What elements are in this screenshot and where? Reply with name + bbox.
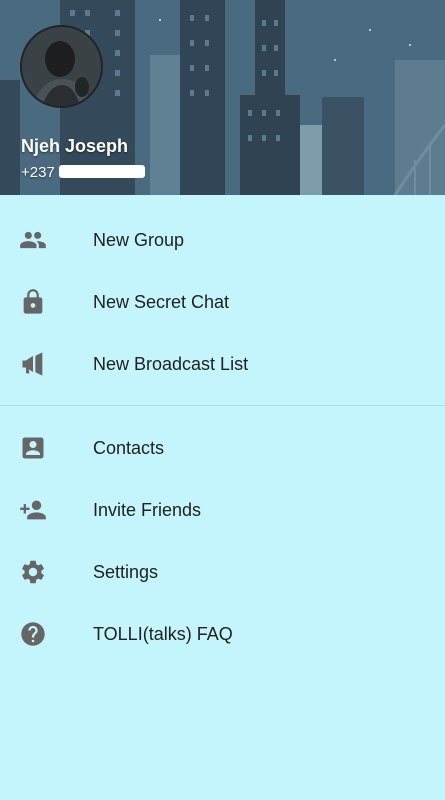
menu-item-faq[interactable]: TOLLI(talks) FAQ [0, 603, 445, 665]
menu-item-invite-friends[interactable]: Invite Friends [0, 479, 445, 541]
contacts-icon [19, 434, 47, 462]
menu-item-label: New Secret Chat [93, 291, 230, 312]
menu-item-new-secret-chat[interactable]: New Secret Chat [0, 271, 445, 333]
user-name: Njeh Joseph [21, 136, 129, 156]
menu-item-label: TOLLI(talks) FAQ [93, 623, 233, 644]
menu-item-label: Invite Friends [93, 499, 202, 520]
menu-item-label: New Group [93, 229, 185, 250]
phone-prefix: +237 [21, 164, 55, 181]
lock-icon [19, 288, 47, 316]
add-person-icon [19, 496, 47, 524]
help-icon [19, 620, 47, 648]
menu-item-settings[interactable]: Settings [0, 541, 445, 603]
megaphone-icon [19, 350, 47, 378]
phone-redaction [58, 165, 145, 178]
menu-divider [0, 405, 445, 406]
profile-photo [22, 27, 101, 106]
avatar[interactable] [20, 25, 103, 108]
menu-item-label: Contacts [93, 437, 165, 458]
group-icon [19, 226, 47, 254]
menu-item-contacts[interactable]: Contacts [0, 417, 445, 479]
menu-section-primary: New Group New Secret Chat New Broadcast … [0, 195, 445, 395]
user-phone: +237 [21, 164, 145, 181]
gear-icon [19, 558, 47, 586]
menu-item-new-broadcast-list[interactable]: New Broadcast List [0, 333, 445, 395]
menu-item-label: Settings [93, 561, 159, 582]
drawer-header: Njeh Joseph +237 [0, 0, 445, 195]
navigation-drawer: Njeh Joseph +237 New Group New Secret Ch… [0, 0, 445, 800]
menu-item-new-group[interactable]: New Group [0, 209, 445, 271]
menu-item-label: New Broadcast List [93, 353, 249, 374]
menu-section-secondary: Contacts Invite Friends Settings TOLLI(t… [0, 417, 445, 665]
